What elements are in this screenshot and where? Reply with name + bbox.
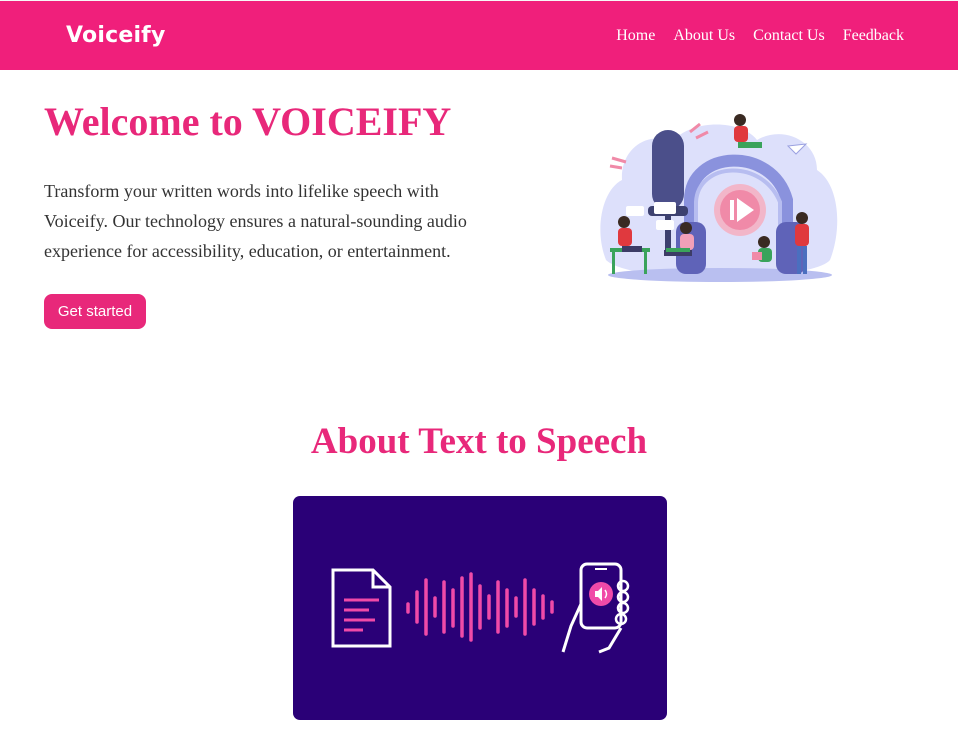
text-to-speech-card [293, 496, 667, 720]
nav-link-contact[interactable]: Contact Us [753, 27, 825, 45]
smartphone-speaker-icon [561, 562, 630, 654]
nav-link-home[interactable]: Home [616, 27, 655, 45]
nav-link-feedback[interactable]: Feedback [843, 27, 904, 45]
nav-links: Home About Us Contact Us Feedback [616, 27, 904, 45]
hero-title: Welcome to VOICEIFY [44, 99, 452, 144]
nav-link-about[interactable]: About Us [673, 27, 735, 45]
get-started-button[interactable]: Get started [44, 294, 146, 329]
brand-logo[interactable]: Voiceify [66, 23, 166, 48]
text-to-speech-illustration [331, 562, 630, 654]
podcast-headphones-illustration [600, 114, 838, 282]
document-icon [331, 568, 392, 648]
about-section-title: About Text to Speech [310, 421, 648, 462]
hero-description: Transform your written words into lifeli… [44, 181, 467, 261]
top-navbar: Voiceify Home About Us Contact Us Feedba… [0, 0, 958, 70]
sound-wave-icon [406, 572, 554, 642]
